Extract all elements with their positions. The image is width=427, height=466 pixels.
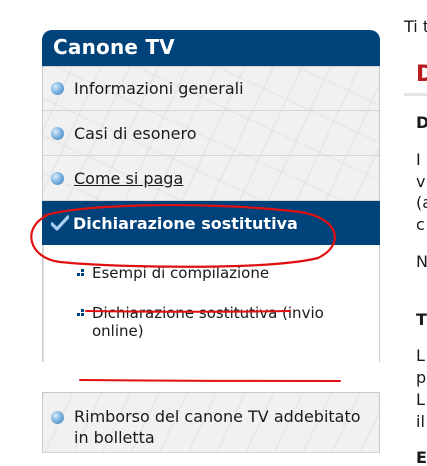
sidebar-item-label: Come si paga xyxy=(74,168,184,188)
page-heading: D xyxy=(416,62,427,87)
submenu: Esempi di compilazione Dichiarazione sos… xyxy=(43,245,379,362)
section-heading: T xyxy=(416,310,427,329)
sidebar-nav: Canone TV Informazioni generali Casi di … xyxy=(42,30,380,453)
sidebar-item-informazioni-generali[interactable]: Informazioni generali xyxy=(43,66,379,111)
body-text: c xyxy=(416,215,425,234)
submenu-item-label: Dichiarazione sostitutiva (invio online) xyxy=(92,304,324,340)
section-heading: D xyxy=(416,113,427,132)
sidebar-title: Canone TV xyxy=(42,30,380,66)
sidebar-item-label: Rimborso del canone TV addebitato in bol… xyxy=(74,407,361,447)
dots-icon xyxy=(77,308,87,318)
body-text: L xyxy=(416,346,425,365)
sidebar-item-casi-di-esonero[interactable]: Casi di esonero xyxy=(43,111,379,156)
sidebar-item-label: Informazioni generali xyxy=(74,79,244,98)
dots-icon xyxy=(77,268,87,278)
body-text: (a xyxy=(416,193,427,212)
heading-divider xyxy=(404,93,427,96)
sidebar-item-dichiarazione-sostitutiva[interactable]: Dichiarazione sostitutiva xyxy=(42,201,380,245)
body-text: p xyxy=(416,368,427,387)
body-text: v xyxy=(416,172,426,191)
body-text: il xyxy=(416,412,425,431)
sidebar-menu-lower: Rimborso del canone TV addebitato in bol… xyxy=(42,392,380,453)
bullet-icon xyxy=(51,82,64,95)
submenu-item-label: Esempi di compilazione xyxy=(92,264,270,282)
check-icon xyxy=(51,215,69,231)
spacer xyxy=(42,362,380,392)
submenu-item-esempi-di-compilazione[interactable]: Esempi di compilazione xyxy=(44,245,379,300)
body-text: L xyxy=(416,390,425,409)
sidebar-item-rimborso[interactable]: Rimborso del canone TV addebitato in bol… xyxy=(43,393,379,453)
sidebar-menu: Informazioni generali Casi di esonero Co… xyxy=(42,66,380,362)
submenu-item-dichiarazione-online[interactable]: Dichiarazione sostitutiva (invio online) xyxy=(44,300,379,362)
sidebar-item-come-si-paga[interactable]: Come si paga xyxy=(43,156,379,201)
body-text: N xyxy=(416,252,427,271)
bullet-icon xyxy=(51,411,64,424)
sidebar-item-label: Casi di esonero xyxy=(74,123,197,143)
section-heading: E xyxy=(416,448,427,466)
bullet-icon xyxy=(51,126,64,140)
bullet-icon xyxy=(51,171,64,185)
intro-text: Ti t xyxy=(404,17,427,36)
sidebar-item-label: Dichiarazione sostitutiva xyxy=(73,213,298,233)
main-content-clipped: Ti t D D I v (a c N T L p L il E xyxy=(402,0,427,466)
body-text: I xyxy=(416,150,421,169)
